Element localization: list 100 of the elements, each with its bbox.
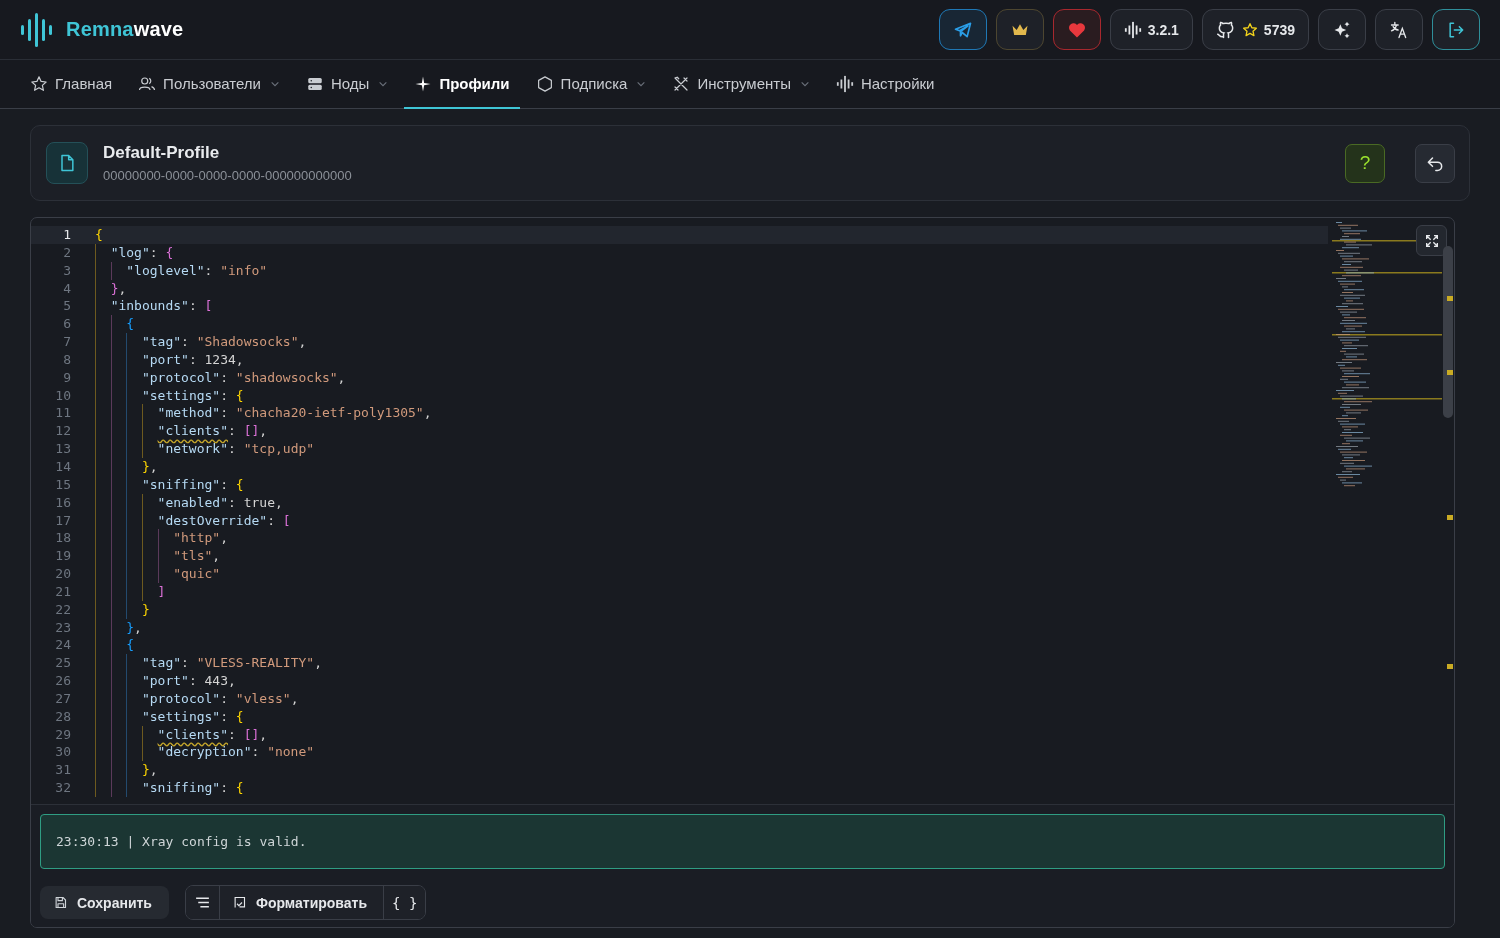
overview-marker (1447, 515, 1453, 520)
nav-tab[interactable]: Профили (404, 60, 520, 109)
help-button[interactable]: ? (1345, 143, 1385, 183)
line-number: 13 (54, 440, 71, 458)
line-number: 23 (54, 618, 71, 637)
waveform-icon (1123, 20, 1142, 39)
indent-button[interactable] (185, 886, 220, 919)
version-button[interactable]: 5739 (1201, 9, 1309, 50)
icon-button[interactable] (938, 9, 987, 50)
code-line: "decryption": "none" (157, 743, 315, 762)
code-line: ] (157, 582, 166, 601)
line-number: 16 (54, 493, 71, 512)
fullscreen-button[interactable] (1416, 225, 1447, 256)
hexagon-icon (535, 74, 554, 93)
line-number: 17 (54, 511, 71, 530)
save-button[interactable]: Сохранить (40, 886, 169, 919)
line-number: 6 (62, 315, 71, 334)
code-line: }, (126, 618, 142, 637)
line-number: 14 (54, 457, 71, 476)
code-line: { (126, 636, 135, 655)
translate-icon (1389, 19, 1409, 40)
code-line: "inbounds": [ (110, 297, 213, 316)
line-number: 21 (54, 582, 71, 601)
code-line: "method": "chacha20-ietf-poly1305", (157, 404, 432, 423)
code-line: "port": 1234, (141, 350, 244, 369)
nav-tab[interactable]: Главная (20, 60, 123, 109)
logo-text: Remnawave (66, 18, 184, 41)
line-number: 31 (54, 761, 71, 780)
code-line: "log": { (110, 243, 174, 262)
code-line: "sniffing": { (141, 779, 244, 797)
nav-tab[interactable]: Подписка (525, 60, 657, 109)
star-icon (1241, 21, 1258, 38)
status-message: 23:30:13 | Xray config is valid. (40, 814, 1445, 869)
nav-tab[interactable]: Ноды (296, 60, 399, 109)
line-number: 12 (54, 422, 71, 441)
icon-button[interactable] (1318, 9, 1366, 50)
version-button[interactable]: 3.2.1 (1109, 9, 1193, 50)
line-number: 15 (54, 475, 71, 494)
format-icon (231, 895, 247, 910)
code-line: "clients": [], (157, 725, 268, 744)
code-line: { (95, 226, 103, 244)
overview-marker (1447, 664, 1453, 669)
icon-button[interactable] (1052, 9, 1101, 50)
code-line: "settings": { (141, 386, 244, 405)
line-number: 28 (54, 707, 71, 726)
logout-button[interactable] (1432, 9, 1480, 50)
code-line: }, (141, 457, 158, 476)
line-number: 22 (54, 600, 71, 619)
line-number: 2 (62, 243, 71, 262)
profile-name: Default-Profile (103, 143, 221, 163)
icon-button[interactable] (1375, 9, 1423, 50)
line-number: 25 (54, 654, 71, 673)
code-line: "http", (173, 529, 228, 548)
code-line: "tag": "VLESS-REALITY", (141, 654, 322, 673)
code-line: "protocol": "vless", (141, 689, 299, 708)
code-line: "tag": "Shadowsocks", (141, 333, 307, 351)
line-number: 30 (54, 743, 71, 762)
code-line: "quic" (173, 565, 221, 583)
code-line: "protocol": "shadowsocks", (141, 368, 346, 387)
nav-tab[interactable]: Инструменты (662, 60, 820, 109)
code-line: { (126, 315, 135, 334)
star-icon (30, 74, 48, 93)
users-icon (138, 74, 157, 93)
line-number: 18 (54, 529, 71, 548)
line-number: 20 (54, 565, 71, 583)
scrollbar[interactable] (1443, 246, 1453, 418)
line-number: 3 (62, 261, 71, 280)
nav-tab[interactable]: Пользователи (128, 60, 290, 109)
line-number: 9 (62, 368, 71, 387)
logo-icon (20, 12, 54, 47)
code-line: "port": 443, (141, 672, 236, 690)
format-button[interactable]: Форматировать (219, 886, 385, 919)
expand-icon (1423, 232, 1440, 249)
code-line: "destOverride": [ (157, 511, 291, 530)
icon-button[interactable] (995, 9, 1044, 50)
line-number: 5 (62, 297, 71, 316)
overview-marker (1447, 296, 1453, 301)
line-number: 7 (62, 333, 71, 351)
code-line: "tls", (173, 547, 221, 566)
github-icon (1215, 19, 1236, 40)
back-button[interactable] (1415, 143, 1455, 183)
code-line: "enabled": true, (157, 493, 283, 512)
code-line: "loglevel": "info" (126, 261, 268, 280)
code-line: }, (110, 279, 127, 298)
code-line: "clients": [], (157, 422, 268, 441)
waveform-icon (835, 74, 854, 93)
code-line: }, (141, 761, 158, 780)
code-line: "sniffing": { (141, 475, 244, 494)
line-number: 24 (54, 636, 71, 655)
profile-uuid: 00000000-0000-0000-0000-000000000000 (103, 168, 353, 183)
line-number: 29 (54, 725, 71, 744)
overview-marker (1447, 370, 1453, 375)
code-line: } (141, 600, 150, 619)
line-number: 27 (54, 689, 71, 708)
line-number: 19 (54, 547, 71, 566)
code-line: "settings": { (141, 707, 244, 726)
line-number: 26 (54, 672, 71, 690)
braces-button[interactable]: { } (384, 886, 426, 919)
nav-tab[interactable]: Настройки (825, 60, 945, 109)
paper-plane-icon (952, 19, 973, 40)
